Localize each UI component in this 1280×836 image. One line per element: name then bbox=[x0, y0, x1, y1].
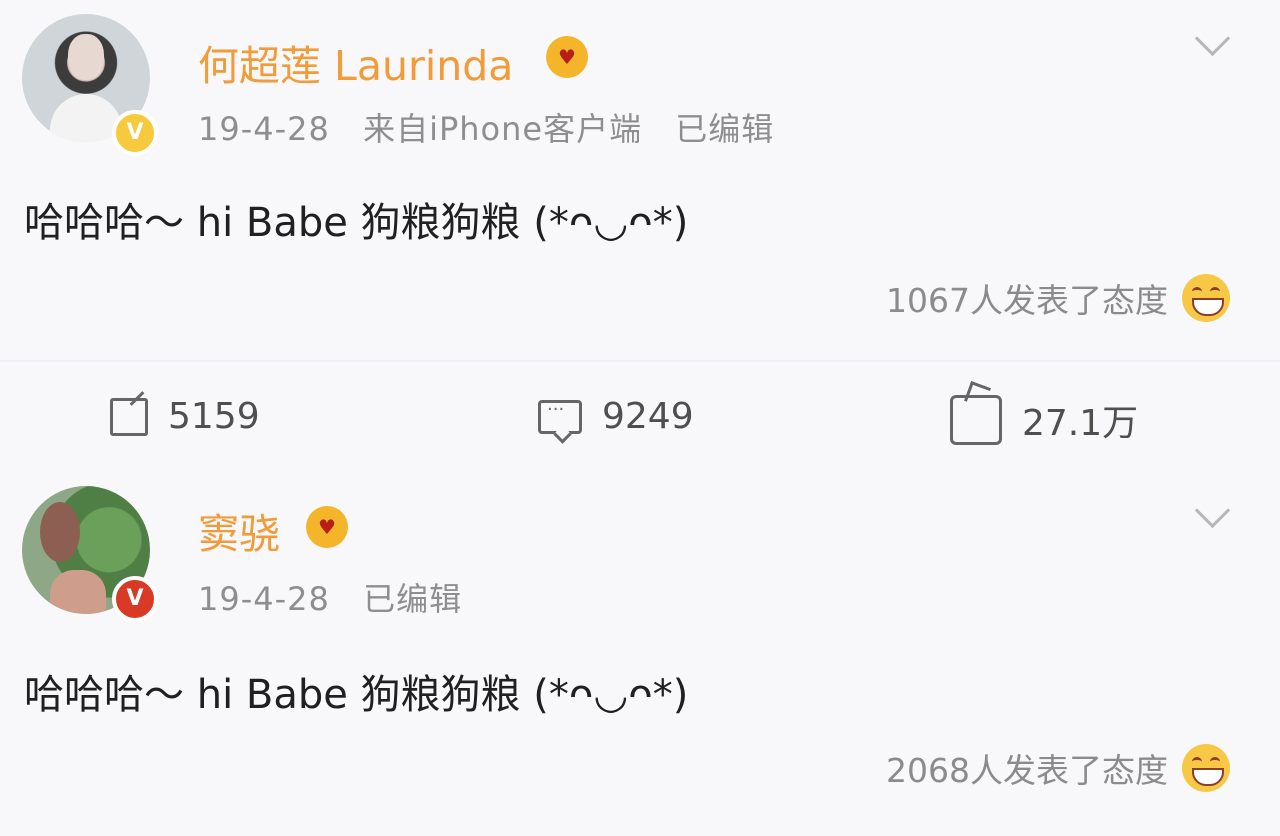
comment-count: 9249 bbox=[602, 396, 694, 437]
avatar-body bbox=[50, 570, 106, 614]
share-count: 5159 bbox=[168, 396, 260, 437]
vip-badge-icon: ♥ bbox=[546, 36, 588, 78]
post-date: 19-4-28 bbox=[198, 580, 330, 618]
edited-label: 已编辑 bbox=[363, 580, 463, 618]
like-count: 27.1万 bbox=[1022, 403, 1139, 444]
chevron-down-icon[interactable] bbox=[1194, 492, 1231, 529]
reaction-summary[interactable]: 1067人发表了态度 bbox=[886, 274, 1230, 322]
post-meta: 19-4-28 来自iPhone客户端 已编辑 bbox=[198, 104, 774, 150]
username[interactable]: 何超莲 Laurinda bbox=[198, 32, 513, 92]
thumbs-up-icon bbox=[950, 395, 1002, 445]
comment-icon bbox=[538, 399, 582, 434]
reaction-count: 1067人发表了态度 bbox=[886, 281, 1168, 320]
divider bbox=[0, 360, 1280, 362]
reaction-count: 2068人发表了态度 bbox=[886, 751, 1168, 790]
post-content: 哈哈哈～ hi Babe 狗粮狗粮 (*ᴖ◡ᴖ*) bbox=[24, 200, 689, 246]
post-1: V 何超莲 Laurinda ♥ 19-4-28 来自iPhone客户端 已编辑… bbox=[0, 0, 1280, 360]
verified-badge-icon: V bbox=[112, 576, 158, 622]
avatar-face bbox=[40, 502, 80, 562]
vip-badge-icon: ♥ bbox=[306, 506, 348, 548]
emoji-mouth bbox=[1192, 298, 1224, 316]
post-meta: 19-4-28 已编辑 bbox=[198, 574, 462, 620]
share-icon bbox=[110, 397, 148, 436]
comment-button[interactable]: 9249 bbox=[538, 396, 694, 437]
post-2: V 窦骁 ♥ 19-4-28 已编辑 哈哈哈～ hi Babe 狗粮狗粮 (*ᴖ… bbox=[0, 478, 1280, 836]
verified-badge-icon: V bbox=[112, 110, 158, 156]
share-button[interactable]: 5159 bbox=[110, 396, 260, 437]
post-source: 来自iPhone客户端 bbox=[363, 110, 643, 148]
emoji-mouth bbox=[1192, 768, 1224, 786]
post-content: 哈哈哈～ hi Babe 狗粮狗粮 (*ᴖ◡ᴖ*) bbox=[24, 672, 689, 718]
post-actions: 5159 9249 27.1万 bbox=[0, 392, 1280, 448]
edited-label: 已编辑 bbox=[675, 110, 775, 148]
laugh-emoji-icon bbox=[1182, 274, 1230, 322]
laugh-emoji-icon bbox=[1182, 744, 1230, 792]
username[interactable]: 窦骁 bbox=[198, 500, 280, 560]
chevron-down-icon[interactable] bbox=[1194, 20, 1231, 57]
post-date: 19-4-28 bbox=[198, 110, 330, 148]
reaction-summary[interactable]: 2068人发表了态度 bbox=[886, 744, 1230, 792]
avatar-face bbox=[68, 34, 104, 80]
like-button[interactable]: 27.1万 bbox=[950, 394, 1138, 446]
